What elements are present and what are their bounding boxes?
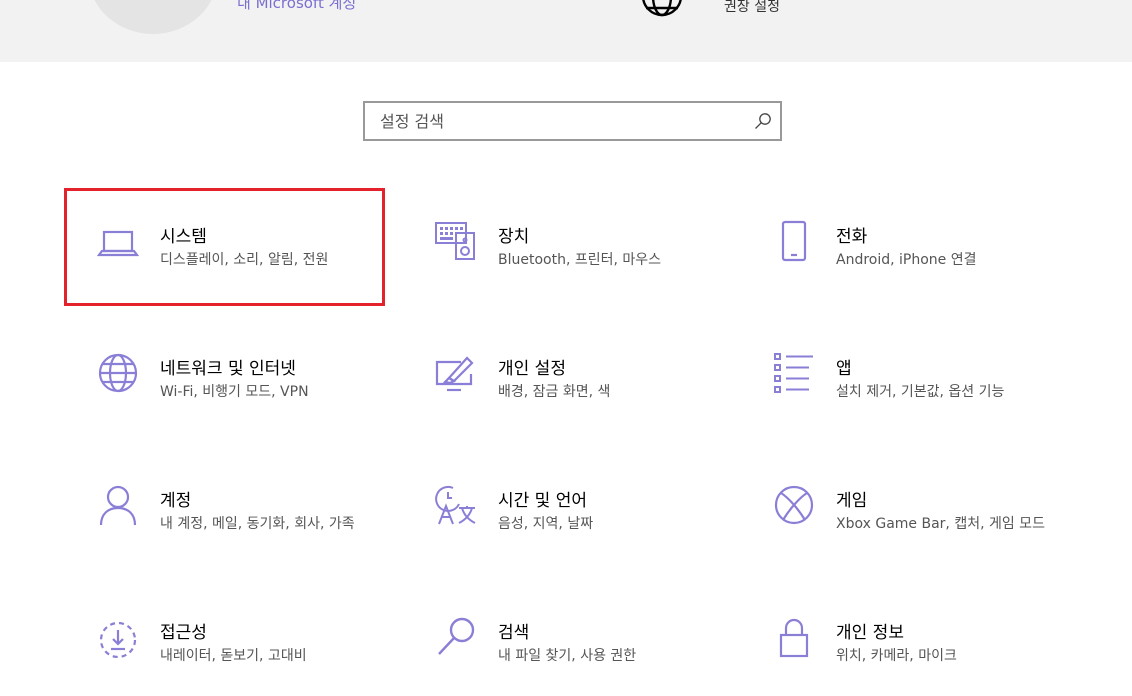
tile-description: 위치, 카메라, 마이크: [836, 648, 957, 664]
phone-icon: [773, 220, 815, 262]
tile-title: 접근성: [160, 623, 207, 643]
recommended-settings-link[interactable]: 권장 설정: [724, 0, 780, 16]
tile-search[interactable]: 검색 내 파일 찾기, 사용 권한: [402, 584, 722, 696]
laptop-icon: [97, 220, 139, 262]
tile-description: Android, iPhone 연결: [836, 252, 977, 268]
tile-title: 장치: [498, 227, 530, 247]
tile-description: 디스플레이, 소리, 알림, 전원: [160, 252, 329, 268]
tile-title: 검색: [498, 623, 530, 643]
tile-description: 음성, 지역, 날짜: [498, 516, 594, 532]
tile-description: Xbox Game Bar, 캡처, 게임 모드: [836, 516, 1045, 532]
person-icon: [97, 484, 139, 526]
tile-description: Wi-Fi, 비행기 모드, VPN: [160, 384, 309, 400]
tile-phone[interactable]: 전화 Android, iPhone 연결: [740, 188, 1060, 300]
globe-icon[interactable]: [641, 0, 683, 18]
tile-privacy[interactable]: 개인 정보 위치, 카메라, 마이크: [740, 584, 1060, 696]
settings-search-box[interactable]: [363, 101, 782, 141]
tile-accounts[interactable]: 계정 내 계정, 메일, 동기화, 회사, 가족: [64, 452, 384, 564]
tile-network[interactable]: 네트워크 및 인터넷 Wi-Fi, 비행기 모드, VPN: [64, 320, 384, 432]
search-icon: [435, 616, 477, 658]
tile-system[interactable]: 시스템 디스플레이, 소리, 알림, 전원: [64, 188, 384, 300]
tile-description: 내 파일 찾기, 사용 권한: [498, 648, 637, 664]
search-icon[interactable]: [754, 112, 772, 130]
microsoft-account-link[interactable]: 내 Microsoft 계정: [237, 0, 356, 13]
tile-title: 전화: [836, 227, 868, 247]
tile-title: 네트워크 및 인터넷: [160, 359, 296, 379]
tile-title: 앱: [836, 359, 852, 379]
tile-personalization[interactable]: 개인 설정 배경, 잠금 화면, 색: [402, 320, 722, 432]
tile-title: 시간 및 언어: [498, 491, 588, 511]
tile-description: Bluetooth, 프린터, 마우스: [498, 252, 662, 268]
avatar: [88, 0, 218, 34]
tile-description: 설치 제거, 기본값, 옵션 기능: [836, 384, 1005, 400]
tile-title: 게임: [836, 491, 868, 511]
tile-gaming[interactable]: 게임 Xbox Game Bar, 캡처, 게임 모드: [740, 452, 1060, 564]
tile-description: 내레이터, 돋보기, 고대비: [160, 648, 307, 664]
tile-time-language[interactable]: 시간 및 언어 음성, 지역, 날짜: [402, 452, 722, 564]
tile-apps[interactable]: 앱 설치 제거, 기본값, 옵션 기능: [740, 320, 1060, 432]
time-language-icon: [435, 484, 477, 526]
lock-icon: [773, 616, 815, 658]
account-header: 내 Microsoft 계정 권장 설정: [0, 0, 1132, 62]
list-icon: [773, 352, 815, 394]
tile-title: 계정: [160, 491, 192, 511]
accessibility-icon: [97, 616, 139, 658]
tile-description: 내 계정, 메일, 동기화, 회사, 가족: [160, 516, 355, 532]
keyboard-speaker-icon: [435, 220, 477, 262]
tile-title: 개인 설정: [498, 359, 566, 379]
tile-accessibility[interactable]: 접근성 내레이터, 돋보기, 고대비: [64, 584, 384, 696]
tile-title: 개인 정보: [836, 623, 904, 643]
xbox-icon: [773, 484, 815, 526]
tile-description: 배경, 잠금 화면, 색: [498, 384, 611, 400]
paint-monitor-icon: [435, 352, 477, 394]
settings-search-input[interactable]: [365, 103, 750, 139]
tile-title: 시스템: [160, 227, 207, 247]
globe-icon: [97, 352, 139, 394]
tile-devices[interactable]: 장치 Bluetooth, 프린터, 마우스: [402, 188, 722, 300]
